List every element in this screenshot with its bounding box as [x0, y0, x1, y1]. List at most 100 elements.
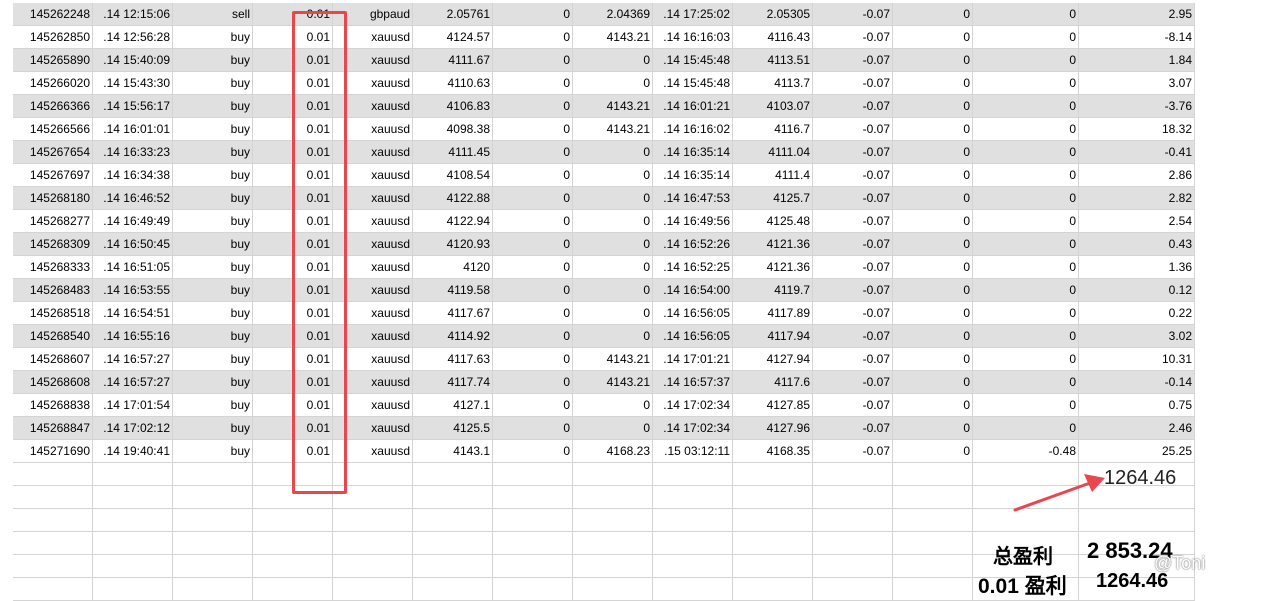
open-price-cell[interactable]: 4120.93 [413, 233, 493, 255]
tp-cell[interactable]: 0 [573, 164, 653, 186]
open-price-cell[interactable]: 4111.67 [413, 49, 493, 71]
commission-cell[interactable]: -0.07 [813, 348, 893, 370]
close-time-cell[interactable]: .14 16:56:05 [653, 302, 733, 324]
close-price-cell[interactable]: 4119.7 [733, 279, 813, 301]
tp-cell[interactable]: 0 [573, 279, 653, 301]
empty-cell[interactable] [333, 578, 413, 600]
tp-cell[interactable]: 0 [573, 394, 653, 416]
open-price-cell[interactable]: 4117.74 [413, 371, 493, 393]
profit-cell[interactable]: -8.14 [1079, 26, 1195, 48]
open-time-cell[interactable]: .14 16:57:27 [93, 348, 173, 370]
swap-cell[interactable]: 0 [973, 302, 1079, 324]
empty-cell[interactable] [813, 509, 893, 531]
type-cell[interactable]: buy [173, 118, 253, 140]
sl-cell[interactable]: 0 [493, 49, 573, 71]
close-time-cell[interactable]: .14 16:35:14 [653, 164, 733, 186]
taxes-cell[interactable]: 0 [893, 348, 973, 370]
empty-cell[interactable] [653, 486, 733, 508]
open-time-cell[interactable]: .14 19:40:41 [93, 440, 173, 462]
close-price-cell[interactable]: 4113.7 [733, 72, 813, 94]
empty-cell[interactable] [573, 509, 653, 531]
commission-cell[interactable]: -0.07 [813, 325, 893, 347]
ticket-cell[interactable]: 145268838 [13, 394, 93, 416]
type-cell[interactable]: buy [173, 141, 253, 163]
empty-cell[interactable] [93, 578, 173, 600]
empty-cell[interactable] [413, 509, 493, 531]
close-time-cell[interactable]: .14 16:56:05 [653, 325, 733, 347]
taxes-cell[interactable]: 0 [893, 49, 973, 71]
close-price-cell[interactable]: 4168.35 [733, 440, 813, 462]
open-time-cell[interactable]: .14 16:33:23 [93, 141, 173, 163]
swap-cell[interactable]: 0 [973, 26, 1079, 48]
taxes-cell[interactable]: 0 [893, 187, 973, 209]
swap-cell[interactable]: 0 [973, 49, 1079, 71]
tp-cell[interactable]: 4143.21 [573, 26, 653, 48]
close-price-cell[interactable]: 4121.36 [733, 256, 813, 278]
sl-cell[interactable]: 0 [493, 3, 573, 25]
close-time-cell[interactable]: .14 16:49:56 [653, 210, 733, 232]
open-price-cell[interactable]: 4098.38 [413, 118, 493, 140]
sl-cell[interactable]: 0 [493, 440, 573, 462]
swap-cell[interactable]: 0 [973, 256, 1079, 278]
taxes-cell[interactable]: 0 [893, 95, 973, 117]
ticket-cell[interactable]: 145271690 [13, 440, 93, 462]
close-price-cell[interactable]: 4127.96 [733, 417, 813, 439]
ticket-cell[interactable]: 145267697 [13, 164, 93, 186]
close-time-cell[interactable]: .14 15:45:48 [653, 49, 733, 71]
type-cell[interactable]: buy [173, 325, 253, 347]
open-price-cell[interactable]: 4122.88 [413, 187, 493, 209]
close-time-cell[interactable]: .14 17:02:34 [653, 417, 733, 439]
empty-cell[interactable] [413, 555, 493, 577]
taxes-cell[interactable]: 0 [893, 394, 973, 416]
empty-cell[interactable] [653, 463, 733, 485]
ticket-cell[interactable]: 145262850 [13, 26, 93, 48]
tp-cell[interactable]: 0 [573, 141, 653, 163]
open-price-cell[interactable]: 4110.63 [413, 72, 493, 94]
open-price-cell[interactable]: 4106.83 [413, 95, 493, 117]
empty-cell[interactable] [893, 555, 973, 577]
sl-cell[interactable]: 0 [493, 233, 573, 255]
type-cell[interactable]: buy [173, 210, 253, 232]
type-cell[interactable]: buy [173, 302, 253, 324]
profit-cell[interactable]: 0.12 [1079, 279, 1195, 301]
type-cell[interactable]: buy [173, 95, 253, 117]
open-time-cell[interactable]: .14 17:02:12 [93, 417, 173, 439]
ticket-cell[interactable]: 145268608 [13, 371, 93, 393]
taxes-cell[interactable]: 0 [893, 279, 973, 301]
profit-cell[interactable]: 2.95 [1079, 3, 1195, 25]
empty-cell[interactable] [573, 532, 653, 554]
taxes-cell[interactable]: 0 [893, 233, 973, 255]
sl-cell[interactable]: 0 [493, 279, 573, 301]
close-price-cell[interactable]: 4116.43 [733, 26, 813, 48]
taxes-cell[interactable]: 0 [893, 302, 973, 324]
empty-cell[interactable] [93, 509, 173, 531]
sl-cell[interactable]: 0 [493, 417, 573, 439]
profit-cell[interactable]: 0.43 [1079, 233, 1195, 255]
empty-cell[interactable] [653, 532, 733, 554]
tp-cell[interactable]: 0 [573, 417, 653, 439]
swap-cell[interactable]: 0 [973, 3, 1079, 25]
open-time-cell[interactable]: .14 12:15:06 [93, 3, 173, 25]
swap-cell[interactable]: 0 [973, 210, 1079, 232]
ticket-cell[interactable]: 145265890 [13, 49, 93, 71]
swap-cell[interactable]: 0 [973, 394, 1079, 416]
commission-cell[interactable]: -0.07 [813, 233, 893, 255]
empty-cell[interactable] [493, 578, 573, 600]
tp-cell[interactable]: 4143.21 [573, 371, 653, 393]
tp-cell[interactable]: 4143.21 [573, 95, 653, 117]
swap-cell[interactable]: 0 [973, 279, 1079, 301]
commission-cell[interactable]: -0.07 [813, 95, 893, 117]
sl-cell[interactable]: 0 [493, 164, 573, 186]
empty-cell[interactable] [173, 532, 253, 554]
commission-cell[interactable]: -0.07 [813, 394, 893, 416]
profit-cell[interactable]: 3.02 [1079, 325, 1195, 347]
empty-cell[interactable] [493, 509, 573, 531]
empty-cell[interactable] [93, 486, 173, 508]
close-time-cell[interactable]: .14 16:52:26 [653, 233, 733, 255]
swap-cell[interactable]: 0 [973, 141, 1079, 163]
empty-cell[interactable] [253, 509, 333, 531]
close-price-cell[interactable]: 4127.85 [733, 394, 813, 416]
empty-cell[interactable] [493, 486, 573, 508]
type-cell[interactable]: buy [173, 348, 253, 370]
open-price-cell[interactable]: 2.05761 [413, 3, 493, 25]
